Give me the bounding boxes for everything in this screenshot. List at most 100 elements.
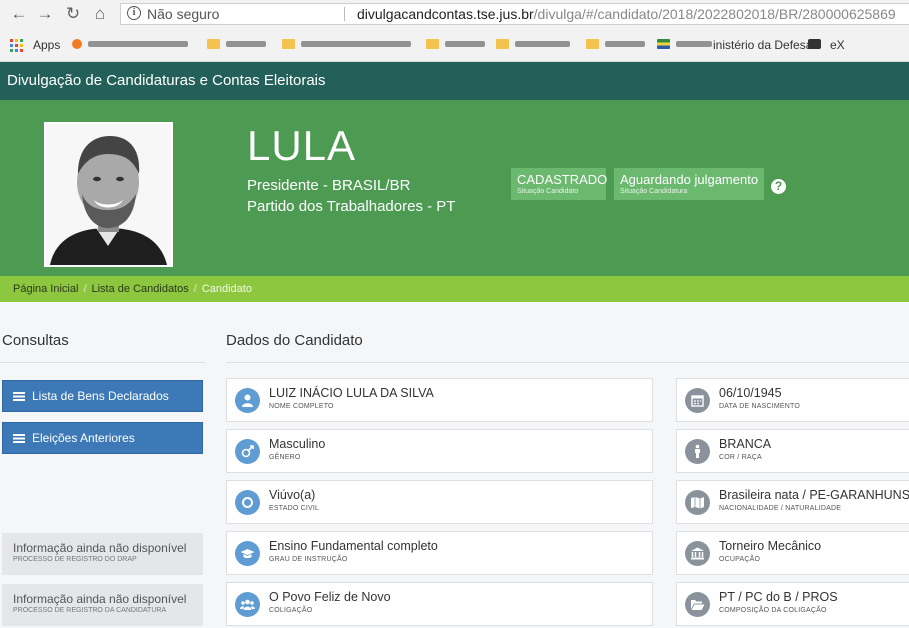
card-label: COLIGAÇÃO (269, 607, 313, 614)
status-value: Aguardando julgamento (620, 172, 759, 187)
breadcrumb-separator: / (83, 283, 87, 295)
institution-icon (685, 541, 710, 566)
bookmark-favicon-icon (808, 39, 821, 49)
divider (226, 362, 909, 363)
card-value: Torneiro Mecânico (719, 539, 822, 553)
card-label: OCUPAÇÃO (719, 556, 761, 563)
candidate-ballot-name: LULA (247, 122, 357, 169)
card-value: O Povo Feliz de Novo (269, 590, 391, 604)
breadcrumb-list[interactable]: Lista de Candidatos (92, 283, 189, 295)
card-value: PT / PC do B / PROS (719, 590, 838, 604)
list-icon (13, 434, 25, 443)
bookmark-redacted[interactable] (676, 41, 712, 47)
card-value: Ensino Fundamental completo (269, 539, 438, 553)
info-value: Informação ainda não disponível (13, 592, 187, 606)
marital-status-card: Viúvo(a) ESTADO CIVIL (226, 480, 653, 524)
address-bar[interactable]: i Não seguro divulgacandcontas.tse.jus.b… (120, 3, 909, 25)
url-text[interactable]: divulgacandcontas.tse.jus.br/divulga/#/c… (357, 4, 896, 24)
ring-icon (235, 490, 260, 515)
bookmark-redacted[interactable] (445, 41, 485, 47)
help-icon[interactable]: ? (771, 179, 786, 194)
full-name-card: LUIZ INÁCIO LULA DA SILVA NOME COMPLETO (226, 378, 653, 422)
card-value: Brasileira nata / PE-GARANHUNS (719, 488, 909, 502)
bookmark-ext[interactable]: eX (830, 38, 845, 52)
card-label: ESTADO CIVIL (269, 505, 320, 512)
gender-icon (235, 439, 260, 464)
group-icon (235, 592, 260, 617)
card-value: Viúvo(a) (269, 488, 316, 502)
card-value: Masculino (269, 437, 326, 451)
home-icon[interactable]: ⌂ (89, 3, 111, 25)
status-badge-candidacy: Aguardando julgamento Situação Candidatu… (614, 168, 764, 200)
address-separator (344, 7, 345, 21)
occupation-card: Torneiro Mecânico OCUPAÇÃO (676, 531, 909, 575)
bookmark-redacted[interactable] (88, 41, 188, 47)
reload-icon[interactable]: ↻ (62, 3, 84, 25)
bookmarks-bar: Apps inistério da Defesa eX (0, 31, 909, 59)
forward-icon[interactable]: → (34, 3, 56, 25)
map-icon (685, 490, 710, 515)
divider (0, 362, 205, 363)
sidebar-title: Consultas (2, 332, 69, 349)
card-value: LUIZ INÁCIO LULA DA SILVA (269, 386, 434, 400)
assets-list-button[interactable]: Lista de Bens Declarados (2, 380, 203, 412)
bookmark-redacted[interactable] (301, 41, 411, 47)
apps-grid-icon[interactable] (10, 39, 23, 52)
status-badge-candidate: CADASTRADO Situação Candidato (511, 168, 607, 200)
previous-elections-button[interactable]: Eleições Anteriores (2, 422, 203, 454)
bookmark-defesa[interactable]: inistério da Defesa (713, 38, 812, 52)
folder-icon (496, 39, 509, 49)
details-title: Dados do Candidato (226, 332, 363, 349)
breadcrumb: Página Inicial / Lista de Candidatos / Candi… (0, 276, 909, 302)
portrait-image (46, 124, 171, 265)
bookmark-apps[interactable]: Apps (33, 38, 60, 52)
card-label: DATA DE NASCIMENTO (719, 403, 800, 410)
site-title[interactable]: Divulgação de Candidaturas e Contas Elei… (0, 62, 909, 100)
security-status[interactable]: Não seguro (147, 4, 219, 24)
nationality-card: Brasileira nata / PE-GARANHUNS NACIONALI… (676, 480, 909, 524)
info-label: PROCESSO DE REGISTRO DA CANDIDATURA (13, 607, 167, 614)
bookmark-redacted[interactable] (515, 41, 570, 47)
folder-icon (207, 39, 220, 49)
status-label: Situação Candidatura (620, 188, 688, 195)
bookmark-redacted[interactable] (605, 41, 645, 47)
card-label: COMPOSIÇÃO DA COLIGAÇÃO (719, 607, 827, 614)
info-icon[interactable]: i (127, 6, 141, 20)
graduation-cap-icon (235, 541, 260, 566)
breadcrumb-separator: / (193, 283, 197, 295)
breadcrumb-home[interactable]: Página Inicial (13, 283, 78, 295)
gender-card: Masculino GÊNERO (226, 429, 653, 473)
card-value: BRANCA (719, 437, 772, 451)
person-icon (685, 439, 710, 464)
folder-open-icon (685, 592, 710, 617)
candidate-party: Partido dos Trabalhadores - PT (247, 198, 456, 215)
folder-icon (282, 39, 295, 49)
coalition-card: O Povo Feliz de Novo COLIGAÇÃO (226, 582, 653, 626)
card-label: GRAU DE INSTRUÇÃO (269, 556, 348, 563)
button-label: Lista de Bens Declarados (32, 389, 169, 403)
birth-date-card: 06/10/1945 DATA DE NASCIMENTO (676, 378, 909, 422)
back-icon[interactable]: ← (8, 3, 30, 25)
bookmark-redacted[interactable] (226, 41, 266, 47)
candidacy-info-box: Informação ainda não disponível PROCESSO… (2, 584, 203, 626)
info-label: PROCESSO DE REGISTRO DO DRAP (13, 556, 137, 563)
candidate-office: Presidente - BRASIL/BR (247, 177, 411, 194)
coalition-composition-card: PT / PC do B / PROS COMPOSIÇÃO DA COLIGA… (676, 582, 909, 626)
bookmark-favicon-icon (72, 39, 82, 49)
url-host: divulgacandcontas.tse.jus.br (357, 6, 534, 22)
card-label: COR / RAÇA (719, 454, 762, 461)
list-icon (13, 392, 25, 401)
card-value: 06/10/1945 (719, 386, 782, 400)
card-label: NACIONALIDADE / NATURALIDADE (719, 505, 842, 512)
education-card: Ensino Fundamental completo GRAU DE INST… (226, 531, 653, 575)
card-label: GÊNERO (269, 454, 301, 461)
flag-icon (657, 39, 670, 49)
folder-icon (426, 39, 439, 49)
breadcrumb-current: Candidato (201, 283, 252, 295)
card-label: NOME COMPLETO (269, 403, 334, 410)
info-value: Informação ainda não disponível (13, 541, 187, 555)
candidate-photo (44, 122, 173, 267)
folder-icon (586, 39, 599, 49)
drap-info-box: Informação ainda não disponível PROCESSO… (2, 533, 203, 575)
status-label: Situação Candidato (517, 188, 579, 195)
